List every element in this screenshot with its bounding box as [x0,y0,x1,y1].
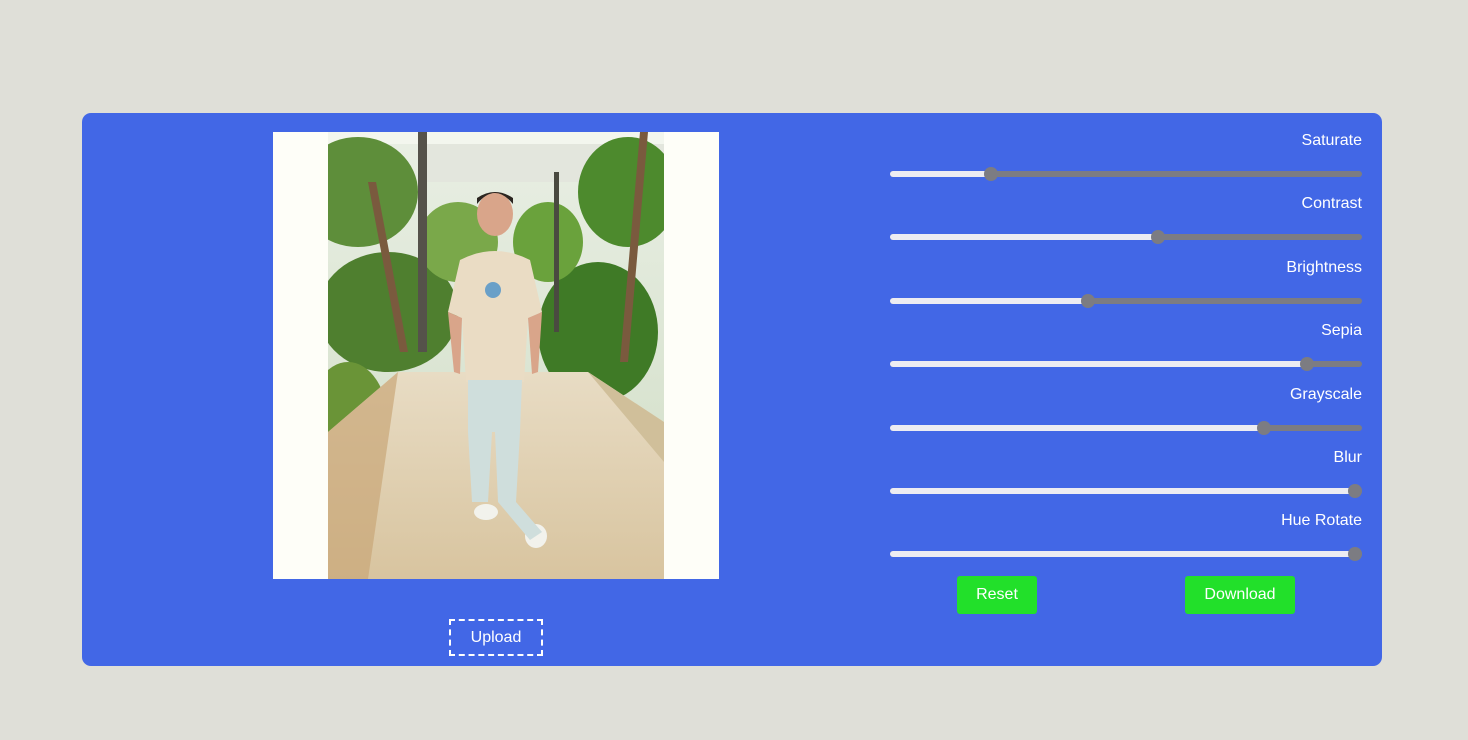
saturate-label: Saturate [1301,132,1362,149]
control-blur: Blur [890,448,1362,511]
editor-panel: Upload Saturate Contrast Brightness Sepi… [82,113,1382,666]
hue-rotate-slider[interactable] [890,547,1362,562]
slider-fill [890,361,1307,368]
hue-rotate-label: Hue Rotate [1281,512,1362,530]
control-brightness: Brightness [890,258,1362,321]
sepia-slider[interactable] [890,357,1362,372]
slider-thumb[interactable] [1347,547,1362,562]
contrast-slider[interactable] [890,230,1362,245]
slider-thumb[interactable] [1299,357,1314,372]
control-contrast: Contrast [890,194,1362,257]
control-grayscale: Grayscale [890,385,1362,448]
slider-fill [890,487,1355,494]
slider-thumb[interactable] [1347,483,1362,498]
slider-thumb[interactable] [1081,293,1096,308]
blur-label: Blur [1333,448,1362,466]
saturate-slider[interactable] [890,167,1362,181]
blur-slider[interactable] [890,483,1362,498]
filter-controls: Saturate Contrast Brightness Sepia Grays… [890,131,1362,575]
image-preview-frame [273,132,719,579]
slider-fill [890,424,1265,431]
slider-fill [890,171,992,177]
preview-photo [328,132,664,579]
slider-fill [890,297,1089,304]
slider-thumb[interactable] [1257,420,1272,435]
slider-thumb[interactable] [1150,230,1165,245]
brightness-slider[interactable] [890,293,1362,308]
brightness-label: Brightness [1286,258,1362,276]
slider-fill [890,234,1158,241]
control-sepia: Sepia [890,321,1362,384]
control-hue-rotate: Hue Rotate [890,511,1362,574]
control-saturate: Saturate [890,131,1362,194]
grayscale-label: Grayscale [1289,385,1362,403]
download-button[interactable]: Download [1185,576,1295,614]
slider-thumb[interactable] [984,167,999,181]
upload-button[interactable]: Upload [449,619,543,656]
contrast-label: Contrast [1301,195,1362,213]
grayscale-slider[interactable] [890,420,1362,435]
slider-fill [890,551,1355,558]
reset-button[interactable]: Reset [957,576,1037,614]
sepia-label: Sepia [1321,322,1362,340]
